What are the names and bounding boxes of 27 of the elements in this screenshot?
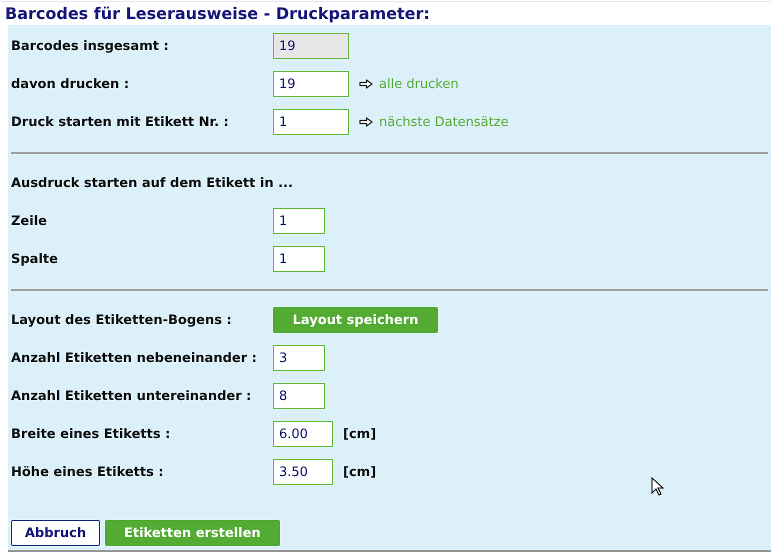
field-label: Barcodes insgesamt : [11,38,170,54]
arrow-right-icon [359,117,373,127]
arrow-right-icon [359,79,373,89]
field-label: davon drucken : [11,76,130,92]
input-field[interactable]: 19 [273,33,349,59]
input-field[interactable]: 19 [273,71,349,97]
field-label: Höhe eines Etiketts : [11,464,165,480]
input-field[interactable]: 8 [273,383,325,409]
section-heading: Ausdruck starten auf dem Etikett in ... [11,176,293,190]
field-label: Layout des Etiketten-Bogens : [11,312,233,328]
unit-label: [cm] [343,426,376,442]
field-label: Druck starten mit Etikett Nr. : [11,114,230,130]
mouse-cursor-icon [651,477,665,497]
input-field[interactable]: 1 [273,109,349,135]
field-label: Spalte [11,252,59,266]
unit-label: [cm] [343,464,376,480]
input-field[interactable]: 3 [273,345,325,371]
input-field[interactable]: 1 [273,208,325,234]
field-label: Anzahl Etiketten untereinander : [11,388,252,404]
field-label: Zeile [11,214,48,228]
input-field[interactable]: 3.50 [273,459,333,485]
input-field[interactable]: 1 [273,246,325,272]
cancel-button[interactable]: Abbruch [11,520,100,546]
field-label: Breite eines Etiketts : [11,426,172,442]
input-field[interactable]: 6.00 [273,421,333,447]
field-label: Anzahl Etiketten nebeneinander : [11,350,258,366]
page-title: Barcodes für Leserausweise - Druckparameter: [4,3,431,25]
